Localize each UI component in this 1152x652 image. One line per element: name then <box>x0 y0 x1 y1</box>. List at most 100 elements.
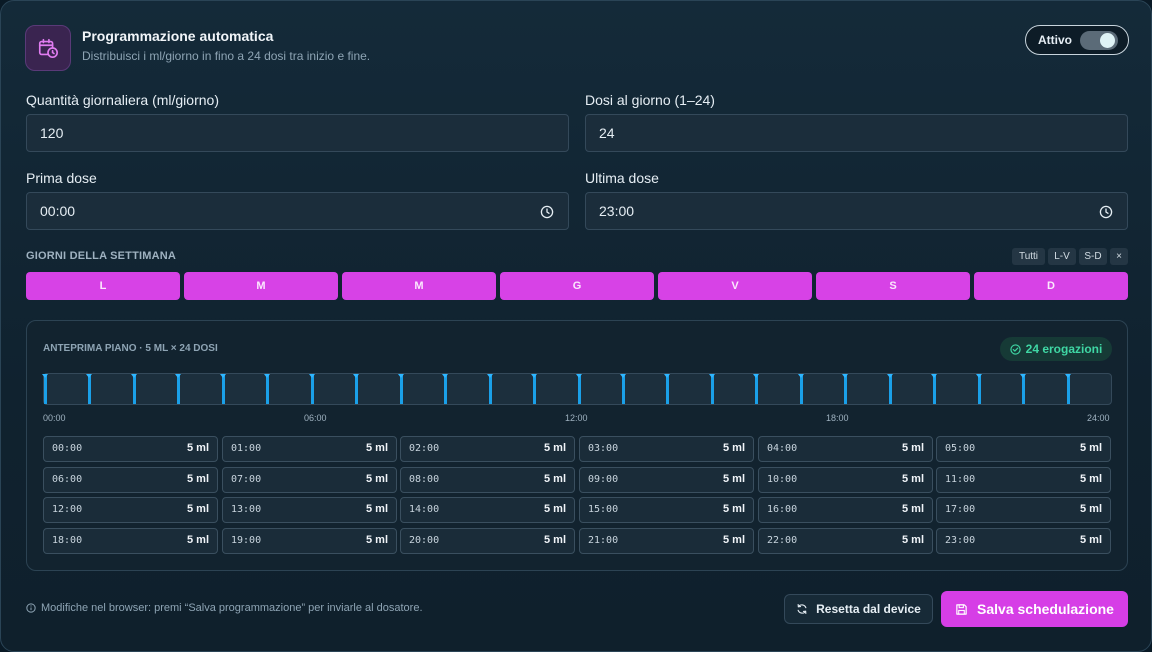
slot-time: 07:00 <box>231 474 262 485</box>
clock-icon[interactable] <box>1099 205 1113 219</box>
toggle-switch[interactable] <box>1080 31 1118 50</box>
slot-amount: 5 ml <box>543 442 566 454</box>
day-button-monday[interactable]: L <box>26 272 180 300</box>
slot-amount: 5 ml <box>722 534 745 546</box>
slot-time: 02:00 <box>409 443 440 454</box>
select-all-days-button[interactable]: Tutti <box>1012 248 1045 265</box>
slot-amount: 5 ml <box>901 503 924 515</box>
day-button-thursday[interactable]: G <box>500 272 654 300</box>
dose-tick <box>976 374 982 404</box>
slot-time: 12:00 <box>52 504 83 515</box>
dose-slot: 19:00 5 ml <box>222 528 397 554</box>
first-dose-label: Prima dose <box>26 170 97 186</box>
slot-amount: 5 ml <box>901 442 924 454</box>
slot-time: 09:00 <box>588 474 619 485</box>
dose-tick <box>264 374 270 404</box>
slot-amount: 5 ml <box>365 473 388 485</box>
dose-slot: 04:00 5 ml <box>758 436 933 462</box>
slot-time: 19:00 <box>231 535 262 546</box>
reset-from-device-button[interactable]: Resetta dal device <box>784 594 933 624</box>
slot-time: 18:00 <box>52 535 83 546</box>
axis-label: 06:00 <box>304 413 327 423</box>
footer-note-text: Modifiche nel browser: premi “Salva prog… <box>41 602 423 614</box>
dose-slot: 09:00 5 ml <box>579 467 754 493</box>
dose-slot: 21:00 5 ml <box>579 528 754 554</box>
slot-time: 21:00 <box>588 535 619 546</box>
toggle-label: Attivo <box>1038 33 1072 47</box>
dose-slot: 10:00 5 ml <box>758 467 933 493</box>
axis-label: 18:00 <box>826 413 849 423</box>
slot-amount: 5 ml <box>1079 503 1102 515</box>
day-button-saturday[interactable]: S <box>816 272 970 300</box>
dose-tick <box>175 374 181 404</box>
dose-slot: 07:00 5 ml <box>222 467 397 493</box>
dose-tick <box>131 374 137 404</box>
dose-tick <box>842 374 848 404</box>
save-schedule-button[interactable]: Salva schedulazione <box>941 591 1128 627</box>
dose-timeline <box>42 373 1112 405</box>
active-toggle[interactable]: Attivo <box>1025 25 1129 55</box>
daily-amount-value: 120 <box>40 125 64 141</box>
last-dose-input[interactable]: 23:00 <box>585 192 1128 230</box>
dose-tick <box>487 374 493 404</box>
dose-slot: 16:00 5 ml <box>758 497 933 523</box>
section-title: Programmazione automatica <box>82 28 274 44</box>
dose-tick <box>42 374 48 404</box>
slot-time: 13:00 <box>231 504 262 515</box>
doses-per-day-input[interactable]: 24 <box>585 114 1128 152</box>
auto-schedule-card: Programmazione automatica Distribuisci i… <box>0 0 1152 652</box>
slot-time: 10:00 <box>767 474 798 485</box>
slot-amount: 5 ml <box>722 442 745 454</box>
daily-amount-label: Quantità giornaliera (ml/giorno) <box>26 92 219 108</box>
deliveries-badge: 24 erogazioni <box>1000 337 1112 361</box>
slot-amount: 5 ml <box>365 503 388 515</box>
select-weekend-button[interactable]: S-D <box>1079 248 1107 265</box>
reset-button-label: Resetta dal device <box>816 602 921 616</box>
dose-tick <box>798 374 804 404</box>
slot-amount: 5 ml <box>543 473 566 485</box>
dose-slot: 02:00 5 ml <box>400 436 575 462</box>
slot-amount: 5 ml <box>186 503 209 515</box>
clock-icon[interactable] <box>540 205 554 219</box>
daily-amount-input[interactable]: 120 <box>26 114 569 152</box>
first-dose-input[interactable]: 00:00 <box>26 192 569 230</box>
dose-tick <box>531 374 537 404</box>
slot-amount: 5 ml <box>1079 442 1102 454</box>
dose-tick <box>620 374 626 404</box>
dose-tick <box>220 374 226 404</box>
dose-slot: 08:00 5 ml <box>400 467 575 493</box>
day-button-tuesday[interactable]: M <box>184 272 338 300</box>
toggle-knob <box>1100 33 1115 48</box>
save-icon <box>956 603 967 615</box>
slot-time: 22:00 <box>767 535 798 546</box>
slot-amount: 5 ml <box>186 442 209 454</box>
calendar-clock-icon <box>25 25 71 71</box>
doses-per-day-value: 24 <box>599 125 615 141</box>
slot-amount: 5 ml <box>365 534 388 546</box>
doses-per-day-label: Dosi al giorno (1–24) <box>585 92 715 108</box>
deliveries-count: 24 erogazioni <box>1025 342 1103 356</box>
dose-tick <box>931 374 937 404</box>
dose-slot: 11:00 5 ml <box>936 467 1111 493</box>
slot-time: 23:00 <box>945 535 976 546</box>
day-button-wednesday[interactable]: M <box>342 272 496 300</box>
dose-slot: 17:00 5 ml <box>936 497 1111 523</box>
slot-time: 16:00 <box>767 504 798 515</box>
day-button-sunday[interactable]: D <box>974 272 1128 300</box>
slot-amount: 5 ml <box>901 534 924 546</box>
slot-time: 08:00 <box>409 474 440 485</box>
dose-tick <box>664 374 670 404</box>
dose-slot: 06:00 5 ml <box>43 467 218 493</box>
slot-amount: 5 ml <box>543 503 566 515</box>
select-weekdays-button[interactable]: L-V <box>1048 248 1076 265</box>
dose-tick <box>887 374 893 404</box>
save-button-label: Salva schedulazione <box>977 601 1114 617</box>
preview-title: ANTEPRIMA PIANO · 5 ML × 24 DOSI <box>43 343 218 354</box>
clear-days-button[interactable]: × <box>1110 248 1128 265</box>
slot-amount: 5 ml <box>722 473 745 485</box>
day-button-friday[interactable]: V <box>658 272 812 300</box>
slot-time: 20:00 <box>409 535 440 546</box>
axis-label: 00:00 <box>43 413 66 423</box>
dose-tick <box>576 374 582 404</box>
dose-slot: 14:00 5 ml <box>400 497 575 523</box>
